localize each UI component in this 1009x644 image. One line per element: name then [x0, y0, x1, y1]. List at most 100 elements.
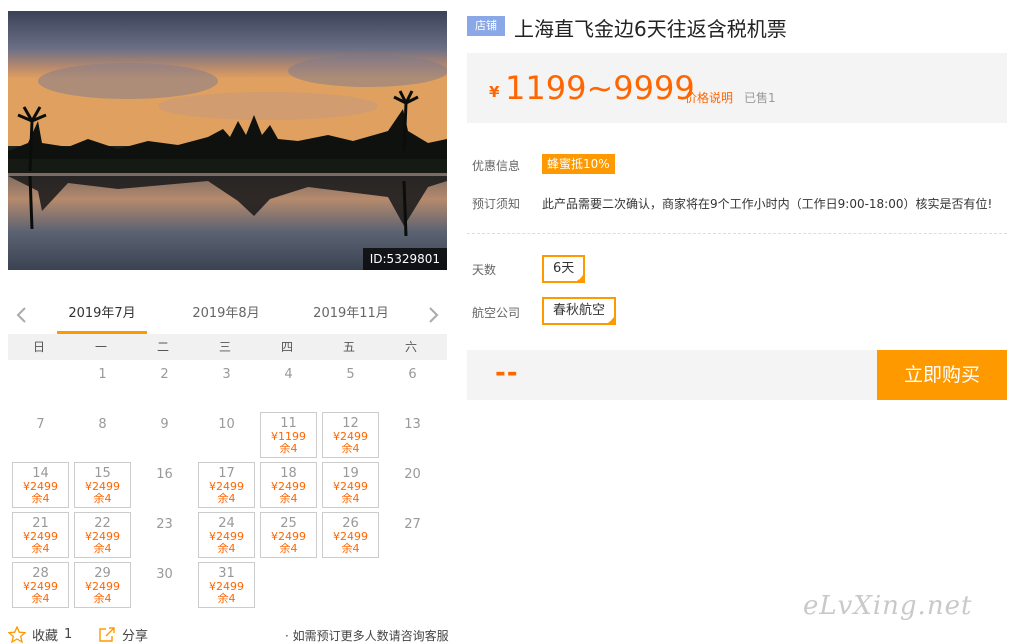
sold-count: 已售1 [744, 91, 776, 105]
calendar-day-cell[interactable]: 11 ¥1199 余4 [260, 412, 317, 458]
calendar-day-cell[interactable]: 12 ¥2499 余4 [322, 412, 379, 458]
days-option-6[interactable]: 6天 ✔ [542, 255, 586, 283]
calendar-day[interactable]: 11 ¥1199 余4 [256, 410, 318, 460]
calendar-day-cell: 16 [136, 462, 193, 508]
day-stock: 余4 [217, 542, 236, 555]
calendar-day-cell: 20 [384, 462, 441, 508]
calendar-day: 1 [70, 360, 132, 410]
calendar-week: 1 2 3 4 5 6 [8, 360, 447, 410]
action-footer: 收藏 1 分享 · 如需预订更多人数请咨询客服 [0, 622, 460, 644]
day-number: 29 [94, 566, 111, 581]
calendar-day: 8 [70, 410, 132, 460]
calendar-day: 20 [380, 460, 442, 510]
calendar-day[interactable]: 19 ¥2499 余4 [318, 460, 380, 510]
product-photo: ID:5329801 [8, 11, 447, 270]
day-number: 7 [36, 417, 45, 432]
calendar-day-cell[interactable]: 17 ¥2499 余4 [198, 462, 255, 508]
calendar-day-cell: 8 [74, 412, 131, 458]
calendar-day[interactable]: 24 ¥2499 余4 [194, 510, 256, 560]
calendar-day-cell[interactable]: 25 ¥2499 余4 [260, 512, 317, 558]
calendar-day[interactable]: 17 ¥2499 余4 [194, 460, 256, 510]
calendar-day-cell [322, 562, 379, 608]
price-range: 1199~9999 [505, 69, 695, 107]
calendar-day[interactable]: 28 ¥2499 余4 [8, 560, 70, 610]
calendar-day: 4 [256, 360, 318, 410]
month-tab-3[interactable]: 2019年11月 [306, 298, 396, 334]
check-icon: ✔ [577, 274, 584, 282]
day-number: 25 [280, 516, 297, 531]
calendar-day[interactable]: 18 ¥2499 余4 [256, 460, 318, 510]
calendar-day-cell[interactable]: 19 ¥2499 余4 [322, 462, 379, 508]
month-tab-2[interactable]: 2019年8月 [181, 298, 271, 334]
day-stock: 余4 [217, 592, 236, 605]
calendar-day: 16 [132, 460, 194, 510]
day-number: 21 [32, 516, 49, 531]
day-number: 30 [156, 567, 173, 582]
day-number: 15 [94, 466, 111, 481]
calendar-day[interactable]: 15 ¥2499 余4 [70, 460, 132, 510]
star-icon [8, 626, 26, 643]
weekday-label: 六 [404, 340, 417, 354]
day-stock: 余4 [31, 492, 50, 505]
calendar-day[interactable]: 25 ¥2499 余4 [256, 510, 318, 560]
calendar-day[interactable]: 31 ¥2499 余4 [194, 560, 256, 610]
price-explanation-link[interactable]: 价格说明 [685, 89, 733, 106]
calendar-day-cell[interactable]: 18 ¥2499 余4 [260, 462, 317, 508]
calendar-day[interactable]: 21 ¥2499 余4 [8, 510, 70, 560]
calendar-week: 21 ¥2499 余4 22 ¥2499 余4 23 24 ¥2499 余4 25 ¥2499 余4 26… [8, 510, 447, 560]
calendar-day-cell[interactable]: 31 ¥2499 余4 [198, 562, 255, 608]
promo-tag: 蜂蜜抵10% [542, 154, 615, 174]
calendar-day-cell[interactable]: 15 ¥2499 余4 [74, 462, 131, 508]
chevron-left-icon[interactable] [14, 306, 28, 324]
calendar-day: 6 [380, 360, 442, 410]
store-badge[interactable]: 店铺 [467, 16, 505, 36]
favorite-button[interactable]: 收藏 1 [8, 625, 72, 644]
calendar-day: 5 [318, 360, 380, 410]
calendar-day[interactable]: 22 ¥2499 余4 [70, 510, 132, 560]
site-watermark: eLvXing.net [803, 591, 973, 621]
calendar-day[interactable]: 14 ¥2499 余4 [8, 460, 70, 510]
calendar-day-cell: 9 [136, 412, 193, 458]
calendar-day-cell[interactable]: 29 ¥2499 余4 [74, 562, 131, 608]
calendar-day[interactable]: 26 ¥2499 余4 [318, 510, 380, 560]
share-button[interactable]: 分享 [98, 625, 148, 644]
weekday-label: 五 [342, 340, 355, 354]
calendar-day[interactable]: 12 ¥2499 余4 [318, 410, 380, 460]
day-stock: 余4 [341, 492, 360, 505]
weekday-label: 四 [280, 340, 293, 354]
favorite-label: 收藏 [32, 629, 59, 644]
days-option-label: 6天 [553, 261, 575, 276]
month-tab-1[interactable]: 2019年7月 [57, 298, 147, 334]
calendar-day-cell[interactable]: 14 ¥2499 余4 [12, 462, 69, 508]
calendar-day-cell[interactable]: 22 ¥2499 余4 [74, 512, 131, 558]
weekday-label: 三 [218, 340, 231, 354]
calendar-day-cell: 13 [384, 412, 441, 458]
day-number: 23 [156, 517, 173, 532]
calendar-day-cell[interactable]: 28 ¥2499 余4 [12, 562, 69, 608]
calendar-day[interactable]: 29 ¥2499 余4 [70, 560, 132, 610]
day-number: 24 [218, 516, 235, 531]
calendar-week: 28 ¥2499 余4 29 ¥2499 余4 30 31 ¥2499 余4 [8, 560, 447, 610]
calendar-day: 10 [194, 410, 256, 460]
day-number [322, 562, 379, 567]
buy-now-button[interactable]: 立即购买 [877, 350, 1007, 400]
calendar-day-cell[interactable]: 24 ¥2499 余4 [198, 512, 255, 558]
calendar-day-cell: 3 [198, 362, 255, 408]
day-number: 9 [160, 417, 169, 432]
calendar-day-cell: 1 [74, 362, 131, 408]
favorite-count: 1 [64, 627, 73, 642]
month-selector: 2019年7月 2019年8月 2019年11月 [8, 298, 447, 334]
calendar-day-cell[interactable]: 26 ¥2499 余4 [322, 512, 379, 558]
airline-option-spring[interactable]: 春秋航空 ✔ [542, 297, 617, 325]
calendar-day-cell [384, 562, 441, 608]
calendar-week: 7 8 9 10 11 ¥1199 余4 12 ¥2499 余4 13 [8, 410, 447, 460]
chevron-right-icon[interactable] [427, 306, 441, 324]
calendar-day: 7 [8, 410, 70, 460]
day-number: 2 [160, 367, 169, 382]
calendar-day-cell[interactable]: 21 ¥2499 余4 [12, 512, 69, 558]
day-number: 22 [94, 516, 111, 531]
calendar-day: 23 [132, 510, 194, 560]
calendar-day-cell: 6 [384, 362, 441, 408]
day-number: 18 [280, 466, 297, 481]
calendar-day-cell: 27 [384, 512, 441, 558]
